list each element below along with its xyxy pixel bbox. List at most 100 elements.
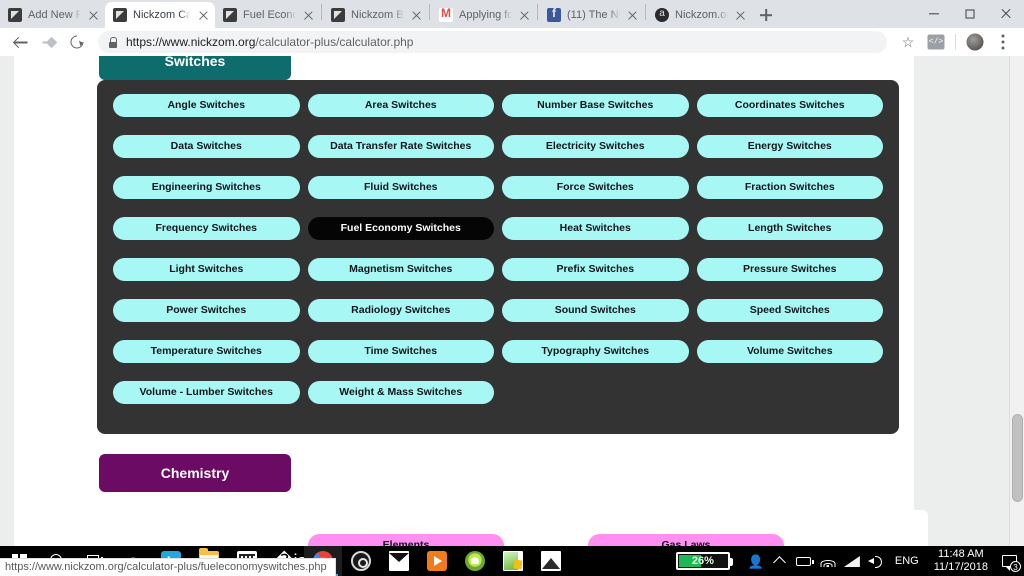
switch-cell: Number Base Switches bbox=[498, 94, 693, 117]
address-bar[interactable]: https://www.nickzom.org/calculator-plus/… bbox=[98, 31, 887, 53]
back-button[interactable] bbox=[8, 29, 34, 55]
switch-button[interactable]: Temperature Switches bbox=[113, 340, 300, 363]
switch-button[interactable]: Weight & Mass Switches bbox=[307, 381, 494, 404]
close-icon[interactable] bbox=[410, 8, 424, 22]
avatar[interactable] bbox=[962, 29, 988, 55]
maximize-button[interactable] bbox=[952, 0, 988, 28]
switch-button[interactable]: Speed Switches bbox=[696, 299, 883, 322]
vertical-scrollbar[interactable] bbox=[1009, 56, 1024, 546]
chemistry-section-header: Chemistry bbox=[99, 454, 291, 492]
close-icon[interactable] bbox=[197, 8, 211, 22]
browser-tab[interactable]: Applying for Maste bbox=[431, 2, 536, 28]
close-icon[interactable] bbox=[734, 8, 748, 22]
switch-button[interactable]: Time Switches bbox=[307, 340, 494, 363]
close-icon[interactable] bbox=[626, 8, 640, 22]
android-studio-button[interactable] bbox=[456, 546, 494, 576]
switch-button[interactable]: Typography Switches bbox=[502, 340, 689, 363]
menu-button[interactable] bbox=[990, 29, 1016, 55]
switch-button[interactable]: Coordinates Switches bbox=[696, 94, 883, 117]
switch-cell: Fraction Switches bbox=[693, 176, 888, 199]
switch-button[interactable]: Data Transfer Rate Switches bbox=[307, 135, 494, 158]
close-icon[interactable] bbox=[518, 8, 532, 22]
content-card: Switches Angle Switches Area Switches Numb… bbox=[14, 56, 928, 546]
switch-button[interactable]: Number Base Switches bbox=[502, 94, 689, 117]
switch-button[interactable]: Fuel Economy Switches bbox=[307, 217, 494, 240]
clock[interactable]: 11:48 AM 11/17/2018 bbox=[926, 548, 996, 574]
switch-button[interactable]: Force Switches bbox=[502, 176, 689, 199]
notifications-button[interactable]: 3 bbox=[996, 546, 1022, 576]
mail-button[interactable] bbox=[380, 546, 418, 576]
browser-tab[interactable]: Nickzom.org Traffi bbox=[647, 2, 752, 28]
tab-title: Fuel Economy Con bbox=[243, 9, 296, 21]
battery-percentage-widget[interactable]: 26% bbox=[675, 552, 733, 570]
nickzom-icon bbox=[331, 8, 345, 22]
switch-button[interactable]: Radiology Switches bbox=[307, 299, 494, 322]
switch-cell: Area Switches bbox=[304, 94, 499, 117]
switch-button[interactable]: Fraction Switches bbox=[696, 176, 883, 199]
nickzom-icon bbox=[8, 8, 22, 22]
switch-button[interactable]: Energy Switches bbox=[696, 135, 883, 158]
media-player-button[interactable] bbox=[418, 546, 456, 576]
language-indicator[interactable]: ENG bbox=[888, 555, 926, 567]
tab-divider bbox=[645, 4, 646, 20]
switch-cell: Coordinates Switches bbox=[693, 94, 888, 117]
window-controls bbox=[916, 0, 1024, 28]
chemistry-button-elements[interactable]: Elements bbox=[308, 534, 504, 546]
tab-strip: Add New Post ‹ Ni Nickzom Calculato Fuel… bbox=[0, 0, 1024, 28]
switch-button[interactable]: Data Switches bbox=[113, 135, 300, 158]
show-hidden-icons-button[interactable] bbox=[768, 546, 792, 576]
people-button[interactable]: 👤 bbox=[744, 546, 768, 576]
battery-status-button[interactable] bbox=[792, 546, 816, 576]
spreadsheet-button[interactable] bbox=[494, 546, 532, 576]
close-window-button[interactable] bbox=[988, 0, 1024, 28]
switch-button[interactable]: Prefix Switches bbox=[502, 258, 689, 281]
clock-date: 11/17/2018 bbox=[933, 561, 988, 573]
tab-title: Nickzom.org Traffi bbox=[675, 9, 728, 21]
wifi-button[interactable] bbox=[816, 546, 840, 576]
switch-button[interactable]: Electricity Switches bbox=[502, 135, 689, 158]
minimize-button[interactable] bbox=[916, 0, 952, 28]
switch-button[interactable]: Area Switches bbox=[307, 94, 494, 117]
nickzom-icon bbox=[113, 8, 127, 22]
switch-cell: Time Switches bbox=[304, 340, 499, 363]
new-tab-button[interactable] bbox=[752, 2, 780, 28]
browser-tab[interactable]: Fuel Economy Con bbox=[215, 2, 320, 28]
mail-icon bbox=[389, 551, 409, 571]
switch-button[interactable]: Power Switches bbox=[113, 299, 300, 322]
switch-button[interactable]: Sound Switches bbox=[502, 299, 689, 322]
switch-button[interactable]: Angle Switches bbox=[113, 94, 300, 117]
browser-tab[interactable]: Nickzom Blog bbox=[323, 2, 428, 28]
close-icon[interactable] bbox=[302, 8, 316, 22]
chemistry-button-gas-laws[interactable]: Gas Laws bbox=[588, 534, 784, 546]
switch-button[interactable]: Pressure Switches bbox=[696, 258, 883, 281]
photos-button[interactable] bbox=[532, 546, 570, 576]
bookmark-star-icon[interactable]: ☆ bbox=[895, 29, 921, 55]
switch-cell: Engineering Switches bbox=[109, 176, 304, 199]
lock-icon bbox=[108, 36, 118, 48]
switch-button[interactable]: Volume - Lumber Switches bbox=[113, 381, 300, 404]
switch-button[interactable]: Light Switches bbox=[113, 258, 300, 281]
switch-button[interactable]: Volume Switches bbox=[696, 340, 883, 363]
switch-button[interactable]: Magnetism Switches bbox=[307, 258, 494, 281]
chemistry-panel: Elements Gas Laws bbox=[28, 510, 928, 546]
switch-button[interactable]: Length Switches bbox=[696, 217, 883, 240]
status-bar-link: https://www.nickzom.org/calculator-plus/… bbox=[0, 558, 336, 576]
speaker-icon bbox=[867, 555, 884, 568]
switch-button[interactable]: Fluid Switches bbox=[307, 176, 494, 199]
browser-tab-active[interactable]: Nickzom Calculato bbox=[105, 2, 215, 28]
disc-button[interactable] bbox=[342, 546, 380, 576]
scrollbar-thumb[interactable] bbox=[1012, 414, 1023, 502]
forward-button[interactable] bbox=[36, 29, 62, 55]
extension-icon[interactable]: </> bbox=[923, 29, 949, 55]
reload-button[interactable] bbox=[64, 29, 90, 55]
switch-cell: Weight & Mass Switches bbox=[304, 381, 499, 404]
switch-cell: Force Switches bbox=[498, 176, 693, 199]
volume-button[interactable] bbox=[864, 546, 888, 576]
close-icon[interactable] bbox=[87, 8, 101, 22]
network-button[interactable] bbox=[840, 546, 864, 576]
switch-button[interactable]: Heat Switches bbox=[502, 217, 689, 240]
browser-tab[interactable]: Add New Post ‹ Ni bbox=[0, 2, 105, 28]
switch-button[interactable]: Frequency Switches bbox=[113, 217, 300, 240]
browser-tab[interactable]: (11) The Nickzom bbox=[539, 2, 644, 28]
switch-button[interactable]: Engineering Switches bbox=[113, 176, 300, 199]
